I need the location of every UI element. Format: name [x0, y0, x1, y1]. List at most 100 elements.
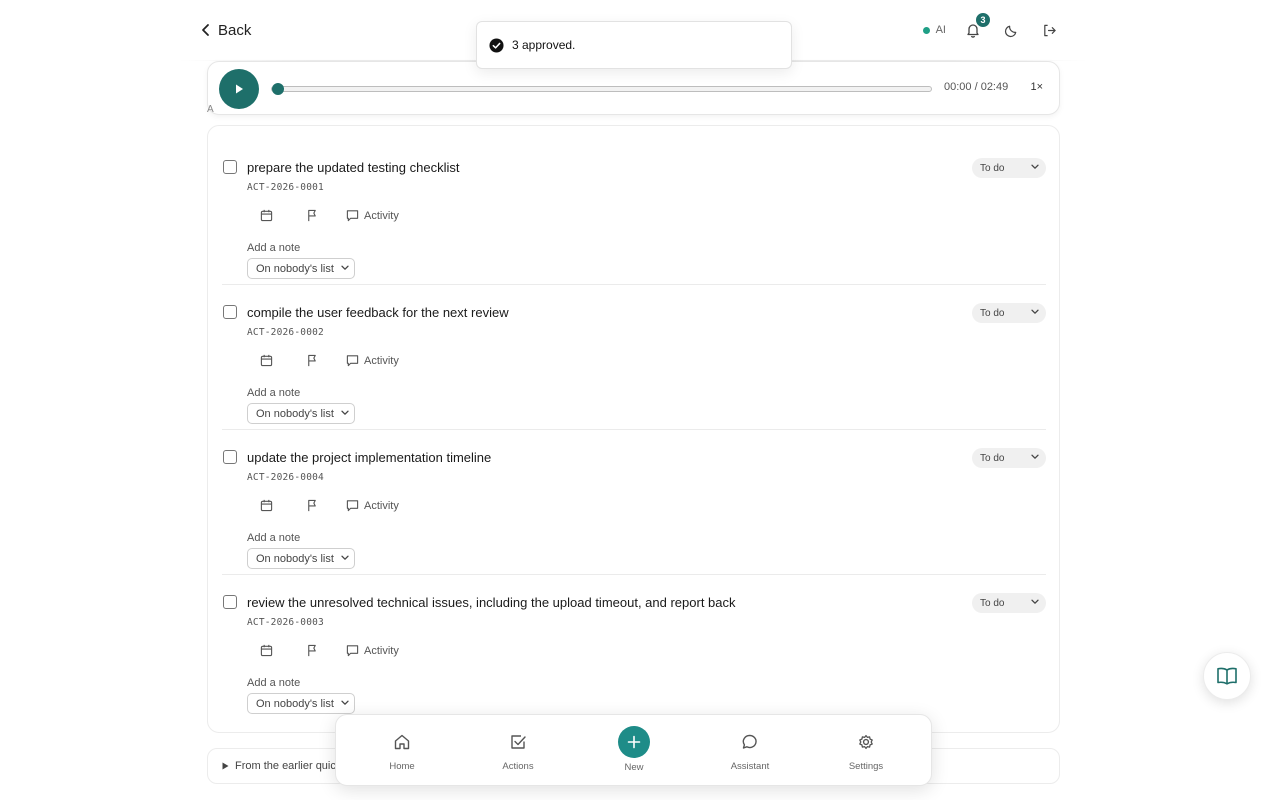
chevron-down-icon	[341, 265, 349, 271]
status-value: To do	[980, 162, 1005, 174]
logout-icon	[1042, 23, 1057, 38]
nav-settings-label: Settings	[848, 761, 884, 772]
play-icon	[233, 83, 245, 95]
playback-speed-button[interactable]: 1×	[1030, 81, 1043, 93]
action-checkbox[interactable]	[223, 305, 237, 319]
nav-new[interactable]: New	[589, 715, 679, 787]
notification-count-badge: 3	[975, 12, 991, 28]
add-note-field[interactable]: Add a note	[247, 532, 300, 544]
list-assignment-select[interactable]: On nobody's list	[247, 693, 355, 714]
open-book-icon	[1216, 666, 1238, 686]
activity-label: Activity	[364, 499, 399, 512]
audio-progress-track[interactable]	[271, 83, 932, 95]
action-checkbox[interactable]	[223, 595, 237, 609]
action-checkbox[interactable]	[223, 450, 237, 464]
action-code: ACT-2026-0004	[247, 472, 324, 483]
add-note-field[interactable]: Add a note	[247, 677, 300, 689]
ai-label: AI	[935, 24, 946, 36]
add-note-field[interactable]: Add a note	[247, 387, 300, 399]
notifications-button[interactable]: 3	[954, 12, 992, 46]
chevron-down-icon	[1031, 164, 1039, 170]
bottom-navigation: Home Actions New Assistant Settings	[335, 714, 932, 786]
earlier-section-label: From the earlier quic	[235, 760, 336, 772]
activity-label: Activity	[364, 644, 399, 657]
flag-icon	[306, 644, 318, 657]
status-dropdown[interactable]: To do	[972, 448, 1046, 468]
chevron-down-icon	[1031, 309, 1039, 315]
list-select-value: On nobody's list	[256, 407, 334, 420]
calendar-icon	[260, 644, 273, 657]
calendar-icon	[260, 209, 273, 222]
nav-new-label: New	[624, 762, 644, 773]
status-value: To do	[980, 452, 1005, 464]
guide-button[interactable]	[1203, 652, 1251, 700]
activity-label: Activity	[364, 209, 399, 222]
action-checkbox[interactable]	[223, 160, 237, 174]
status-value: To do	[980, 307, 1005, 319]
audio-time: 00:00 / 02:49	[944, 81, 1009, 93]
gear-icon	[857, 733, 875, 751]
due-date-button[interactable]	[260, 644, 273, 657]
status-value: To do	[980, 597, 1005, 609]
priority-flag-button[interactable]	[306, 644, 318, 657]
action-title[interactable]: review the unresolved technical issues, …	[247, 595, 736, 610]
comment-icon	[346, 209, 359, 222]
activity-button[interactable]: Activity	[346, 644, 399, 657]
comment-icon	[346, 354, 359, 367]
priority-flag-button[interactable]	[306, 499, 318, 512]
nav-home[interactable]: Home	[357, 715, 447, 787]
due-date-button[interactable]	[260, 354, 273, 367]
moon-icon	[1004, 23, 1019, 38]
comment-icon	[346, 644, 359, 657]
action-title[interactable]: update the project implementation timeli…	[247, 450, 491, 465]
flag-icon	[306, 499, 318, 512]
priority-flag-button[interactable]	[306, 209, 318, 222]
action-title[interactable]: compile the user feedback for the next r…	[247, 305, 509, 320]
due-date-button[interactable]	[260, 209, 273, 222]
toast-notification: 3 approved.	[476, 21, 792, 69]
list-assignment-select[interactable]: On nobody's list	[247, 548, 355, 569]
nav-actions[interactable]: Actions	[473, 715, 563, 787]
status-dropdown[interactable]: To do	[972, 593, 1046, 613]
nav-actions-label: Actions	[502, 761, 534, 772]
list-assignment-select[interactable]: On nobody's list	[247, 258, 355, 279]
ai-status-badge[interactable]: AI	[913, 19, 954, 41]
nav-assistant[interactable]: Assistant	[705, 715, 795, 787]
list-assignment-select[interactable]: On nobody's list	[247, 403, 355, 424]
flag-icon	[306, 354, 318, 367]
play-button[interactable]	[219, 69, 259, 109]
calendar-icon	[260, 354, 273, 367]
dark-mode-toggle[interactable]	[992, 14, 1030, 46]
due-date-button[interactable]	[260, 499, 273, 512]
flag-icon	[306, 209, 318, 222]
activity-label: Activity	[364, 354, 399, 367]
audio-progress-thumb[interactable]	[272, 83, 284, 95]
ai-status-dot	[922, 26, 930, 34]
chevron-left-icon	[200, 23, 212, 37]
activity-button[interactable]: Activity	[346, 499, 399, 512]
audio-player: 00:00 / 02:49 1×	[207, 61, 1060, 115]
chevron-down-icon	[341, 410, 349, 416]
action-title[interactable]: prepare the updated testing checklist	[247, 160, 459, 175]
status-dropdown[interactable]: To do	[972, 158, 1046, 178]
activity-button[interactable]: Activity	[346, 354, 399, 367]
caret-right-icon	[222, 762, 229, 770]
action-item: review the unresolved technical issues, …	[222, 567, 1046, 714]
chat-bubble-icon	[741, 733, 759, 751]
status-dropdown[interactable]: To do	[972, 303, 1046, 323]
add-note-field[interactable]: Add a note	[247, 242, 300, 254]
back-button[interactable]: Back	[200, 17, 251, 43]
calendar-icon	[260, 499, 273, 512]
comment-icon	[346, 499, 359, 512]
nav-settings[interactable]: Settings	[821, 715, 911, 787]
toast-message: 3 approved.	[512, 38, 576, 52]
checkbox-icon	[509, 733, 527, 751]
action-code: ACT-2026-0003	[247, 617, 324, 628]
list-select-value: On nobody's list	[256, 697, 334, 710]
logout-button[interactable]	[1030, 14, 1068, 46]
action-code: ACT-2026-0001	[247, 182, 324, 193]
priority-flag-button[interactable]	[306, 354, 318, 367]
home-icon	[393, 733, 411, 751]
activity-button[interactable]: Activity	[346, 209, 399, 222]
action-item: update the project implementation timeli…	[222, 422, 1046, 569]
